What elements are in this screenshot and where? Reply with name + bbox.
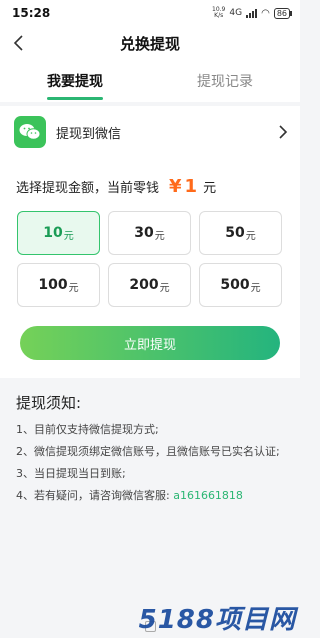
signal-icon <box>246 8 258 18</box>
net-speed-unit: K/s <box>214 12 224 19</box>
notice-title: 提现须知: <box>16 394 82 412</box>
tab-bar: 我要提现 提现记录 <box>0 60 300 102</box>
amount-option-200[interactable]: 200 元 <box>108 263 191 307</box>
watermark-logo: 5188项目网 <box>139 599 296 636</box>
amount-option-unit: 元 <box>63 231 74 242</box>
status-icons: 10.9 K/s 4G ◠ 86 <box>212 7 293 19</box>
amount-option-unit: 元 <box>68 283 79 294</box>
back-button[interactable] <box>8 33 28 53</box>
amount-option-100[interactable]: 100 元 <box>17 263 100 307</box>
amount-option-value: 200 <box>129 277 159 293</box>
currency-symbol: ¥ <box>169 176 182 197</box>
withdraw-now-button[interactable]: 立即提现 <box>20 326 280 360</box>
amount-option-unit: 元 <box>159 283 170 294</box>
amount-option-500[interactable]: 500 元 <box>199 263 282 307</box>
amount-option-10[interactable]: 10 元 <box>17 211 100 255</box>
tab-withdraw-records[interactable]: 提现记录 <box>150 60 300 102</box>
amount-option-value: 10 <box>43 225 63 241</box>
withdraw-to-wechat-label: 提现到微信 <box>56 126 122 142</box>
service-id: a161661818 <box>173 489 243 502</box>
amount-prefix: 选择提现金额，当前零钱 <box>16 181 160 196</box>
amount-option-value: 30 <box>134 225 154 241</box>
withdraw-to-wechat-row[interactable]: 提现到微信 <box>0 114 300 150</box>
status-time: 15:28 <box>12 6 51 20</box>
notice-item: 3、当日提现当日到账; <box>16 467 126 480</box>
network-type: 4G <box>229 8 243 18</box>
amount-option-30[interactable]: 30 元 <box>108 211 191 255</box>
notice-list: 1、目前仅支持微信提现方式; 2、微信提现须绑定微信账号，且微信账号已实名认证;… <box>16 419 284 507</box>
tab-withdraw[interactable]: 我要提现 <box>0 60 150 102</box>
net-speed: 10.9 K/s <box>212 7 225 19</box>
wifi-icon: ◠ <box>261 7 270 19</box>
wechat-icon <box>14 116 46 148</box>
withdraw-notice: 提现须知: 1、目前仅支持微信提现方式; 2、微信提现须绑定微信账号，且微信账号… <box>0 380 300 507</box>
notice-item: 1、目前仅支持微信提现方式; <box>16 423 159 436</box>
notice-item: 2、微信提现须绑定微信账号，且微信账号已实名认证; <box>16 445 280 458</box>
amount-options: 10 元 30 元 50 元 100 元 200 元 500 元 <box>17 211 282 307</box>
amount-line: 选择提现金额，当前零钱 ¥1 元 <box>16 176 216 197</box>
chevron-left-icon <box>13 35 23 51</box>
amount-option-50[interactable]: 50 元 <box>199 211 282 255</box>
amount-option-unit: 元 <box>250 283 261 294</box>
amount-option-unit: 元 <box>154 231 165 242</box>
balance-unit: 元 <box>203 181 217 196</box>
amount-option-unit: 元 <box>245 231 256 242</box>
notice-item-text: 4、若有疑问，请咨询微信客服: <box>16 489 174 502</box>
amount-option-value: 50 <box>225 225 245 241</box>
watermark-text: 5188项目网 <box>138 605 296 635</box>
balance-number: 1 <box>184 176 198 197</box>
amount-option-value: 500 <box>220 277 250 293</box>
page-title: 兑换提现 <box>119 34 180 53</box>
notice-item: 4、若有疑问，请咨询微信客服: a161661818 <box>16 485 284 507</box>
balance-value: ¥1 <box>169 176 197 197</box>
withdraw-panel: 提现到微信 选择提现金额，当前零钱 ¥1 元 10 元 30 元 50 元 100 元 … <box>0 106 300 378</box>
battery-icon: 86 <box>273 7 293 19</box>
chevron-right-icon <box>279 125 288 139</box>
nav-bar: 兑换提现 <box>0 26 300 60</box>
status-bar: 15:28 10.9 K/s 4G ◠ 86 <box>0 0 300 26</box>
amount-option-value: 100 <box>38 277 68 293</box>
